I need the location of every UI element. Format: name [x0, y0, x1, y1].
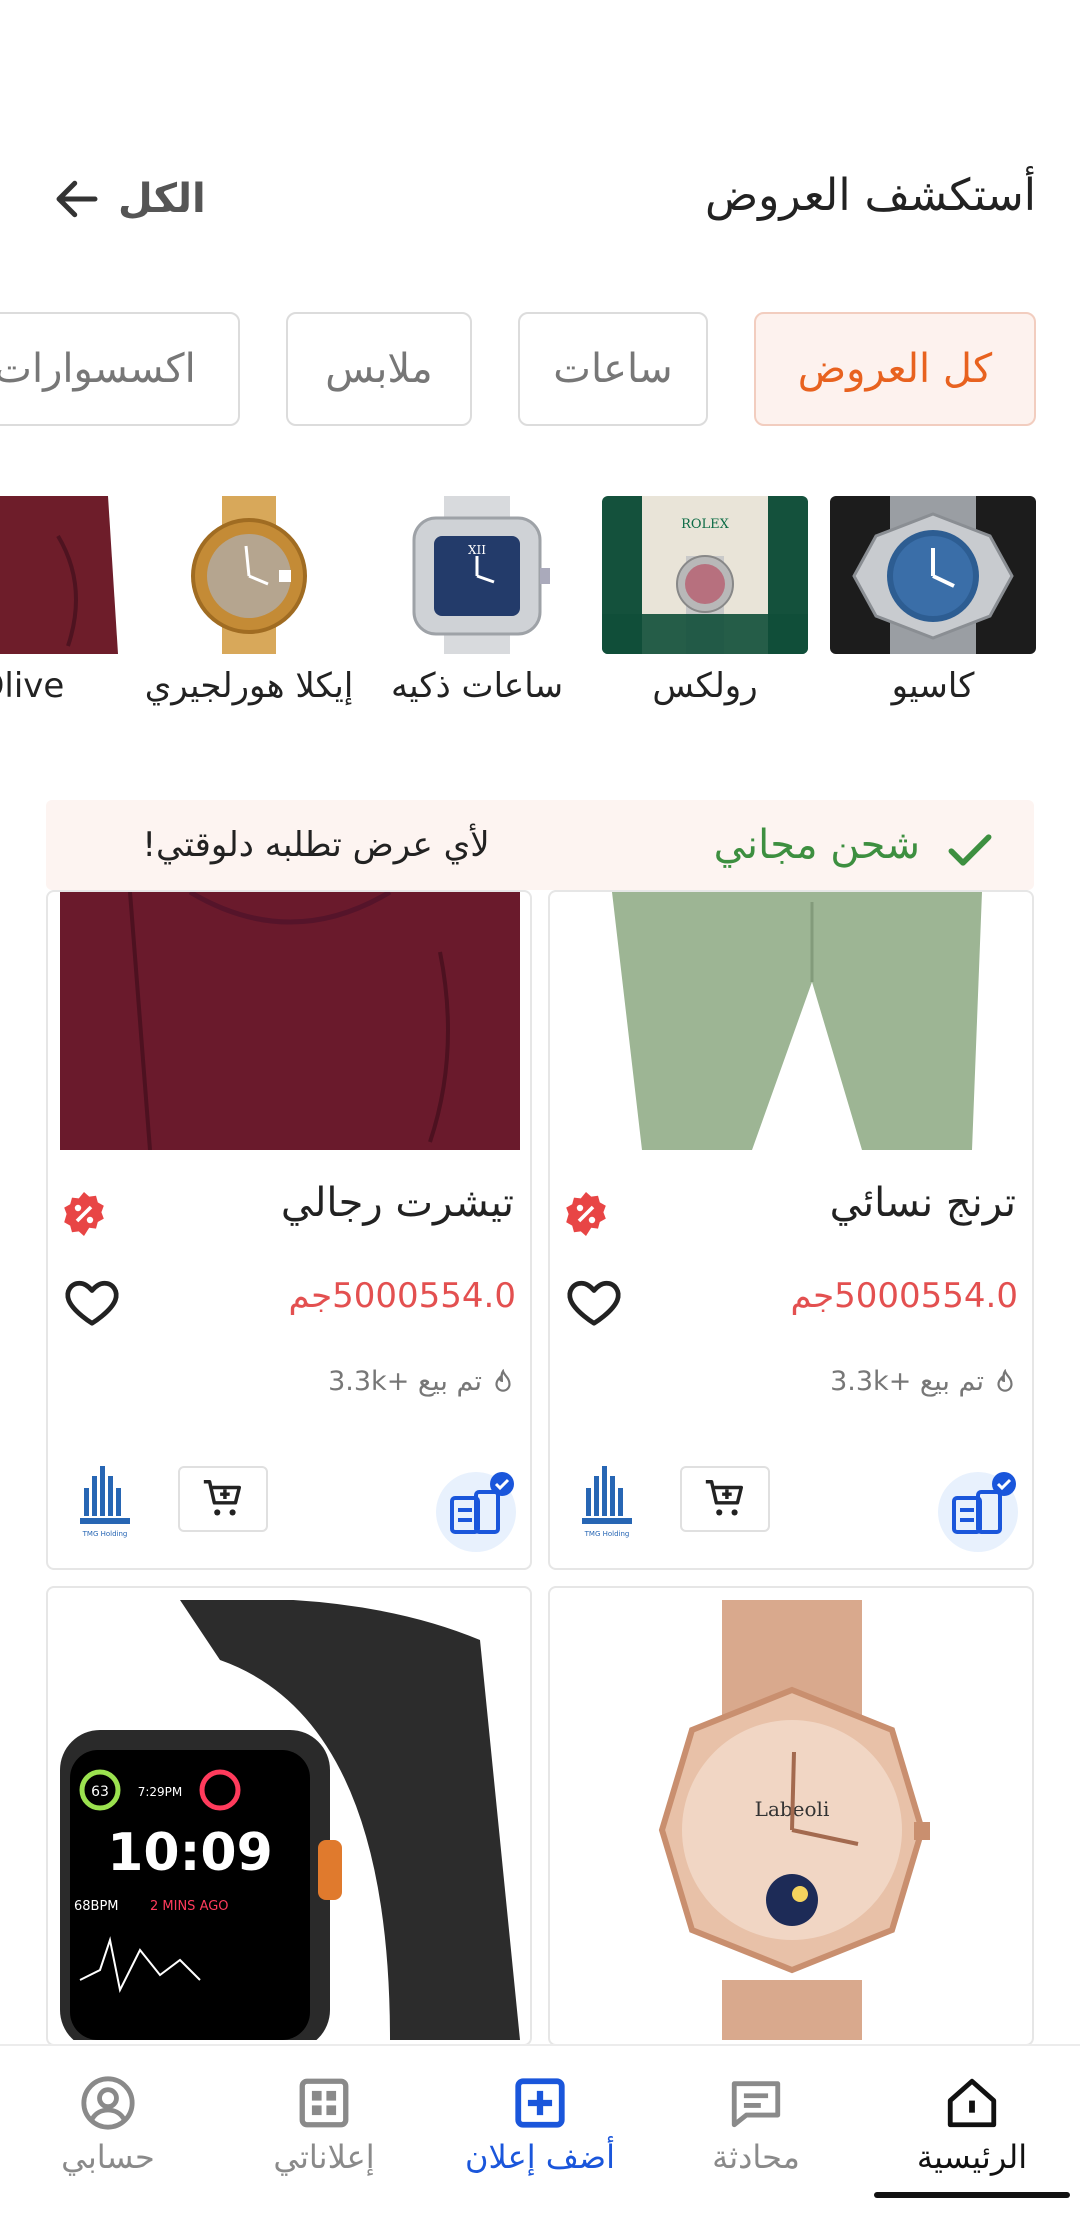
- fire-icon: [997, 1368, 1013, 1392]
- svg-text:68BPM: 68BPM: [74, 1899, 119, 1914]
- seller-logo-text: TMG Holding: [82, 1530, 128, 1538]
- seller-logo-text: TMG Holding: [584, 1530, 630, 1538]
- nav-label: إعلاناتي: [273, 2138, 375, 2176]
- compare-list-icon: [450, 1472, 514, 1534]
- watch-rolex-box-icon: ROLEX: [602, 496, 808, 654]
- compare-button[interactable]: [436, 1472, 516, 1552]
- product-card[interactable]: Labeoli: [548, 1586, 1034, 2046]
- nav-label: حسابي: [61, 2138, 155, 2176]
- shipping-subtitle: لأي عرض تطلبه دلوقتي!: [142, 825, 490, 865]
- chip-clothes[interactable]: ملابس: [286, 312, 472, 426]
- cart-plus-icon: [203, 1480, 242, 1516]
- brand-item-olive[interactable]: Olive: [0, 496, 124, 706]
- svg-text:2 MINS AGO: 2 MINS AGO: [150, 1899, 229, 1914]
- arrow-left-icon: [56, 180, 98, 218]
- brand-item-rolex[interactable]: ROLEX رولكس: [602, 496, 808, 706]
- shirt-maroon-icon: [60, 892, 520, 1150]
- sold-count: تم بيع +3.3k: [328, 1366, 516, 1397]
- add-to-cart-button[interactable]: [680, 1466, 770, 1532]
- free-shipping-banner: شحن مجاني لأي عرض تطلبه دلوقتي!: [46, 800, 1034, 890]
- see-all-label: الكل: [118, 176, 206, 222]
- account-icon: [81, 2076, 135, 2130]
- active-indicator: [874, 2192, 1070, 2198]
- sold-count: تم بيع +3.3k: [830, 1366, 1018, 1397]
- brand-name: رولكس: [652, 666, 758, 706]
- category-chips: كل العروض ساعات ملابس اكسسوارات: [0, 312, 1036, 428]
- svg-text:10:09: 10:09: [107, 1823, 273, 1883]
- heart-icon[interactable]: [62, 1272, 122, 1332]
- svg-text:XII: XII: [468, 543, 486, 557]
- brand-name: ساعات ذكيه: [390, 666, 564, 706]
- product-card[interactable]: ترنج نسائي 5000554.0جم تم بيع +3.3k TMG …: [548, 890, 1034, 1570]
- section-header: أستكشف العروض الكل: [0, 150, 1080, 250]
- product-price: 5000554.0جم: [790, 1276, 1018, 1316]
- check-icon: [948, 834, 992, 866]
- brand-name: Olive: [0, 666, 65, 706]
- product-title: ترنج نسائي: [829, 1180, 1016, 1226]
- add-square-icon: [515, 2078, 565, 2128]
- shirt-maroon-icon: [0, 496, 124, 654]
- add-to-cart-button[interactable]: [178, 1466, 268, 1532]
- watch-square-silver-icon: XII: [374, 496, 580, 654]
- brand-carousel: كاسيو ROLEX رولكس XII ساعات ذكيه إيكلا ه…: [0, 496, 1036, 716]
- product-title: تيشرت رجالي: [280, 1180, 514, 1226]
- product-photo: Labeoli: [562, 1600, 1022, 2040]
- brand-item-casio[interactable]: كاسيو: [830, 496, 1036, 706]
- nav-label: أضف إعلان: [465, 2138, 615, 2176]
- nav-add-ad[interactable]: أضف إعلان: [432, 2046, 648, 2216]
- product-photo: [60, 892, 520, 1150]
- heart-icon[interactable]: [564, 1272, 624, 1332]
- chip-accessories[interactable]: اكسسوارات: [0, 312, 240, 426]
- seller-logo-icon: TMG Holding: [80, 1466, 130, 1538]
- nav-label: محادثة: [712, 2138, 800, 2176]
- brand-name: كاسيو: [891, 666, 975, 706]
- smartwatch-black-icon: 63 7:29PM 10:09 68BPM 2 MINS AGO: [60, 1600, 520, 2040]
- svg-text:63: 63: [91, 1784, 109, 1800]
- product-photo: 63 7:29PM 10:09 68BPM 2 MINS AGO: [60, 1600, 520, 2040]
- nav-label: الرئيسية: [916, 2138, 1028, 2176]
- chat-icon: [731, 2081, 781, 2128]
- seller-logo-icon: TMG Holding: [582, 1466, 632, 1538]
- watch-gold-ladies-icon: [146, 496, 352, 654]
- see-all-link[interactable]: الكل: [50, 172, 206, 226]
- chip-watches[interactable]: ساعات: [518, 312, 708, 426]
- fire-icon: [495, 1368, 511, 1392]
- brand-item-smart-watches[interactable]: XII ساعات ذكيه: [374, 496, 580, 706]
- bottom-nav: الرئيسية محادثة أضف إعلان إعلاناتي حسابي: [0, 2044, 1080, 2216]
- svg-text:7:29PM: 7:29PM: [138, 1785, 183, 1799]
- rolex-logo-text: ROLEX: [681, 517, 730, 532]
- nav-my-ads[interactable]: إعلاناتي: [216, 2046, 432, 2216]
- discount-badge-icon: [64, 1192, 104, 1236]
- pants-green-icon: [562, 892, 1022, 1150]
- cart-plus-icon: [705, 1480, 744, 1516]
- compare-list-icon: [952, 1472, 1016, 1534]
- brand-item-ekla[interactable]: إيكلا هورلجيري: [144, 496, 354, 706]
- brand-name: إيكلا هورلجيري: [144, 666, 354, 706]
- home-icon: [947, 2078, 997, 2128]
- grid-icon: [299, 2078, 349, 2128]
- product-photo: [562, 892, 1022, 1150]
- nav-account[interactable]: حسابي: [0, 2046, 216, 2216]
- product-card[interactable]: تيشرت رجالي 5000554.0جم تم بيع +3.3k TMG…: [46, 890, 532, 1570]
- watch-blue-dial-icon: [830, 496, 1036, 654]
- watch-rose-gold-icon: Labeoli: [562, 1600, 1022, 2040]
- discount-badge-icon: [566, 1192, 606, 1236]
- compare-button[interactable]: [938, 1472, 1018, 1552]
- shipping-title: شحن مجاني: [713, 822, 920, 868]
- product-price: 5000554.0جم: [288, 1276, 516, 1316]
- nav-home[interactable]: الرئيسية: [864, 2046, 1080, 2216]
- chip-all-offers[interactable]: كل العروض: [754, 312, 1036, 426]
- page-title: أستكشف العروض: [704, 170, 1036, 221]
- nav-chat[interactable]: محادثة: [648, 2046, 864, 2216]
- product-card[interactable]: 63 7:29PM 10:09 68BPM 2 MINS AGO: [46, 1586, 532, 2046]
